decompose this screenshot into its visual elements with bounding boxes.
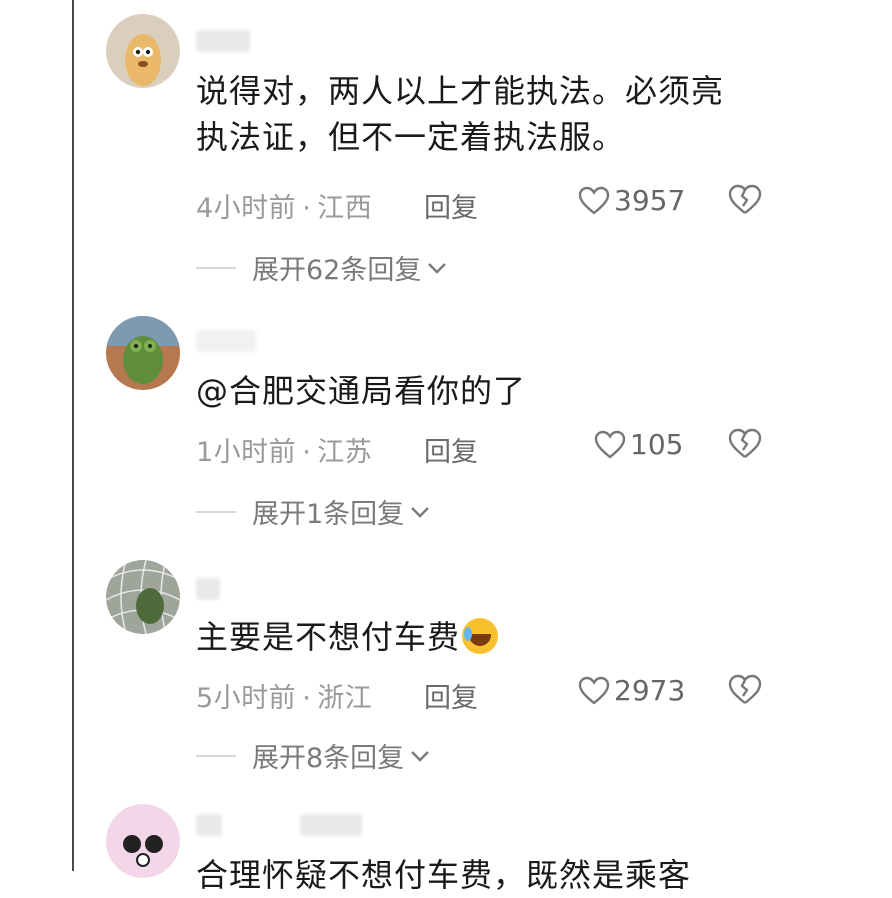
username-blurred[interactable] (196, 814, 222, 836)
comment-meta: 4小时前 · 江西 (196, 186, 372, 225)
broken-heart-icon (728, 674, 762, 704)
comment-text: 合理怀疑不想付车费，既然是乘客 (196, 852, 756, 898)
divider (196, 266, 236, 269)
meta-separator: · (302, 193, 312, 224)
comment-meta: 5小时前 · 浙江 (196, 676, 372, 715)
comment-text: @合肥交通局看你的了 (196, 368, 756, 414)
reply-button[interactable]: 回复 (424, 430, 478, 469)
comment-text-line: 合理怀疑不想付车费，既然是乘客 (196, 856, 692, 894)
expand-replies[interactable]: 展开8条回复 (196, 736, 430, 775)
username-blurred[interactable] (196, 30, 250, 52)
avatar[interactable] (106, 560, 180, 634)
dislike-button[interactable] (728, 674, 762, 710)
expand-replies[interactable]: 展开62条回复 (196, 248, 447, 287)
dislike-button[interactable] (728, 184, 762, 220)
reply-button[interactable]: 回复 (424, 186, 478, 225)
like-count: 105 (630, 428, 684, 461)
reply-button[interactable]: 回复 (424, 676, 478, 715)
broken-heart-icon (728, 184, 762, 214)
comment-text-line: @合肥交通局看你的了 (196, 372, 527, 410)
like-button[interactable]: 2973 (578, 674, 685, 707)
dislike-button[interactable] (728, 428, 762, 464)
location: 江西 (317, 193, 373, 224)
like-count: 2973 (614, 674, 686, 707)
timestamp: 4小时前 (196, 193, 297, 224)
comment-text-line: 说得对，两人以上才能执法。必须亮 (196, 72, 725, 110)
divider (196, 754, 236, 757)
heart-outline-icon (578, 186, 610, 215)
meta-separator: · (302, 683, 312, 714)
comment-text: 主要是不想付车费 (196, 614, 756, 660)
like-button[interactable]: 105 (594, 428, 683, 461)
username-blurred[interactable] (196, 330, 256, 352)
chevron-down-icon (411, 506, 430, 518)
comment-text-content: 主要是不想付车费 (196, 618, 461, 656)
avatar[interactable] (106, 316, 180, 390)
broken-heart-icon (728, 428, 762, 458)
like-button[interactable]: 3957 (578, 184, 685, 217)
expand-replies[interactable]: 展开1条回复 (196, 492, 430, 531)
avatar[interactable] (106, 804, 180, 878)
heart-outline-icon (594, 430, 626, 459)
expand-label: 展开8条回复 (252, 743, 405, 774)
comment-text-line: 执法证，但不一定着执法服。 (196, 118, 626, 156)
frame-edge (72, 0, 74, 871)
avatar[interactable] (106, 14, 180, 88)
location: 浙江 (317, 683, 373, 714)
like-count: 3957 (614, 184, 686, 217)
comment-text-line: 主要是不想付车费 (196, 614, 756, 660)
chevron-down-icon (428, 262, 447, 274)
username-blurred[interactable] (196, 578, 220, 600)
timestamp: 5小时前 (196, 683, 297, 714)
frame-margin (800, 0, 892, 871)
expand-label: 展开62条回复 (252, 255, 422, 286)
expand-label: 展开1条回复 (252, 499, 405, 530)
meta-separator: · (302, 437, 312, 468)
location: 江苏 (317, 437, 373, 468)
laughing-crying-emoji (462, 618, 499, 654)
username-blurred[interactable] (300, 814, 362, 836)
comment-meta: 1小时前 · 江苏 (196, 430, 372, 469)
heart-outline-icon (578, 676, 610, 705)
chevron-down-icon (411, 750, 430, 762)
timestamp: 1小时前 (196, 437, 297, 468)
divider (196, 510, 236, 513)
comment-text: 说得对，两人以上才能执法。必须亮 执法证，但不一定着执法服。 (196, 68, 756, 160)
